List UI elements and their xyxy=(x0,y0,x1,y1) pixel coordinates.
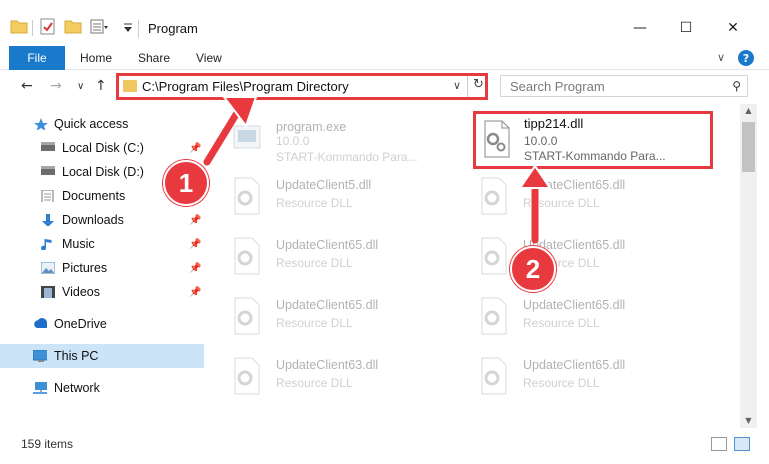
step-1-callout: 1 xyxy=(163,160,209,206)
arrow-line-1 xyxy=(203,104,244,166)
annotation-arrows xyxy=(203,96,552,244)
step-2-callout: 2 xyxy=(510,246,556,292)
arrow-head-2 xyxy=(518,164,552,189)
